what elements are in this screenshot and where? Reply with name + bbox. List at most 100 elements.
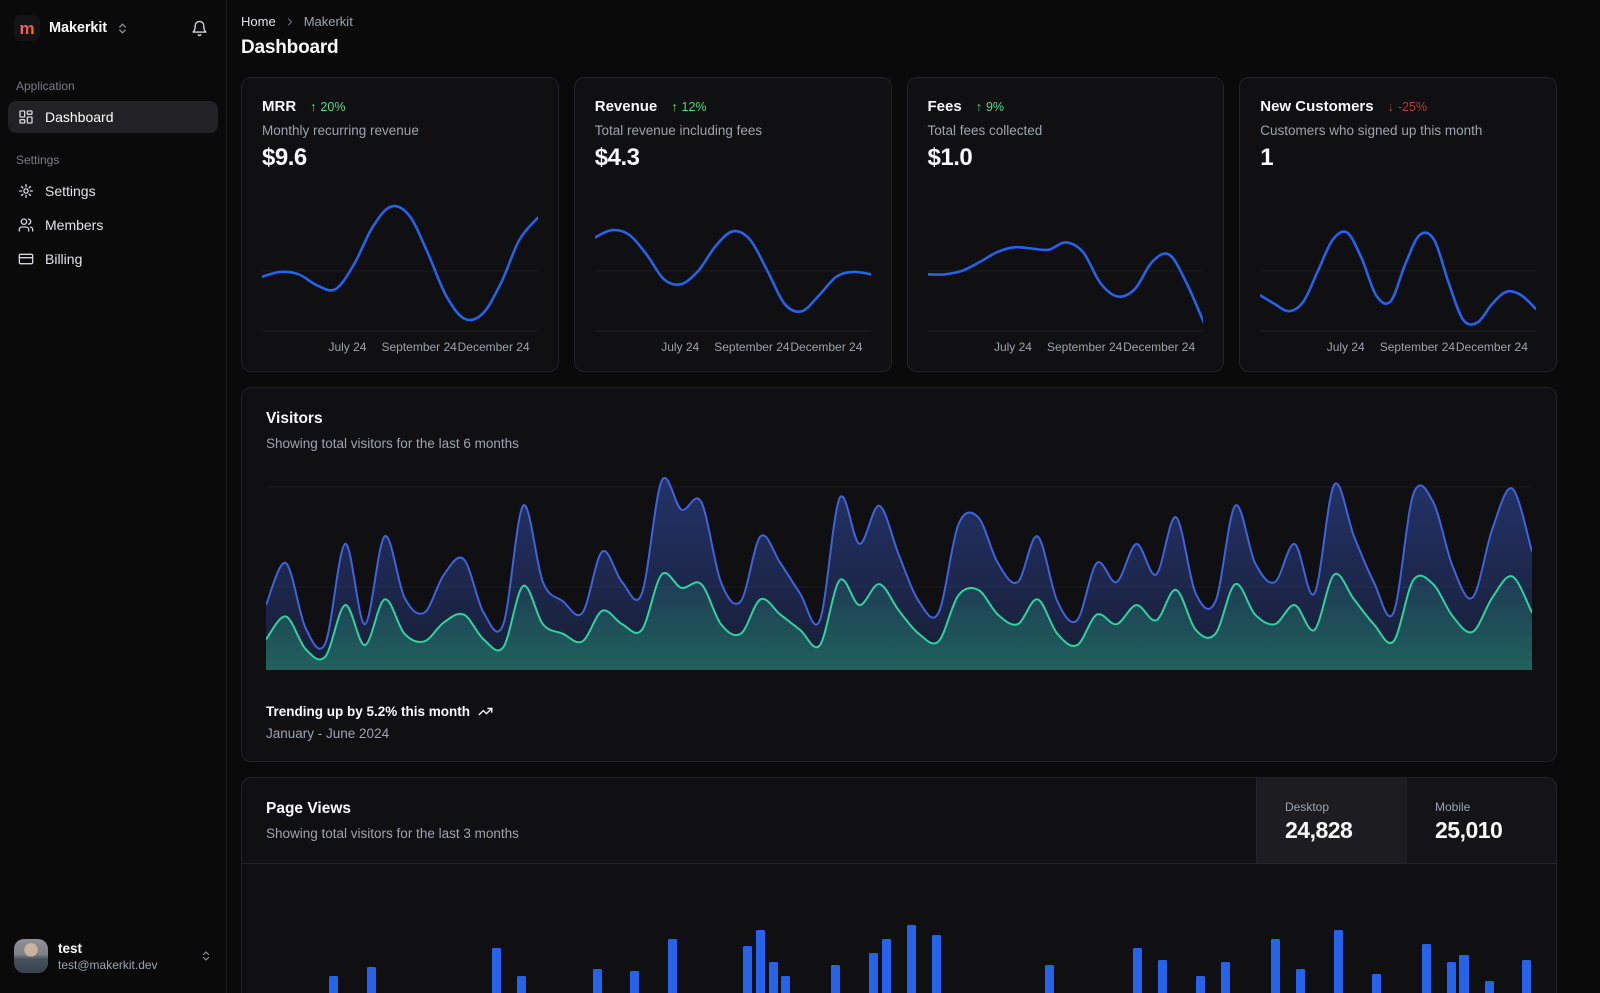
x-tick-label: July 24	[661, 340, 700, 354]
avatar	[14, 939, 48, 973]
sidebar-item-dashboard[interactable]: Dashboard	[8, 101, 218, 133]
x-tick-label: December 24	[1123, 340, 1196, 354]
stat-card-value: $4.3	[594, 144, 640, 171]
mobile-total: 25,010	[1435, 816, 1503, 843]
stat-card-revenue: Revenue ↑ 12% Total revenue including fe…	[573, 77, 892, 372]
notifications-button[interactable]	[187, 16, 212, 41]
sidebar-section: Application Dashboard	[8, 79, 218, 133]
breadcrumb-current: Makerkit	[303, 14, 353, 29]
stat-card-value: 1	[1260, 144, 1274, 171]
sidebar-item-members[interactable]: Members	[8, 209, 218, 241]
chevrons-up-down-icon	[200, 950, 212, 962]
stat-sparkline-chart	[594, 194, 871, 334]
sidebar-item-label: Settings	[45, 183, 96, 199]
sidebar-nav: Application Dashboard Settings Settings …	[8, 79, 218, 275]
bar	[781, 976, 791, 993]
x-tick-label: July 24	[328, 340, 367, 354]
x-tick-label: September 24	[1046, 340, 1123, 354]
bar	[592, 969, 602, 993]
bar	[906, 925, 916, 993]
x-tick-label: December 24	[1455, 340, 1528, 354]
bar	[1459, 955, 1469, 993]
sidebar-item-settings[interactable]: Settings	[8, 175, 218, 207]
bar	[831, 964, 841, 993]
stat-card-title: New Customers	[1260, 98, 1374, 115]
bar	[517, 976, 527, 993]
user-email: test@makerkit.dev	[58, 957, 158, 972]
workspace-selector[interactable]: m Makerkit	[8, 13, 218, 43]
breadcrumb-home-link[interactable]: Home	[241, 14, 276, 29]
workspace-name: Makerkit	[49, 20, 108, 36]
bar	[743, 946, 753, 993]
bar	[630, 971, 640, 993]
page-views-bar-chart	[266, 884, 1532, 993]
x-tick-label: September 24	[1379, 340, 1456, 354]
stat-card-value: $1.0	[927, 144, 973, 171]
sidebar-section-label: Application	[16, 79, 75, 93]
stat-card-subtitle: Customers who signed up this month	[1260, 123, 1483, 138]
trend-percent: -25%	[1397, 99, 1428, 114]
visitors-title: Visitors	[266, 410, 323, 427]
stat-x-axis-labels: July 24 September 24 December 24	[1260, 340, 1536, 357]
stat-x-axis-labels: July 24 September 24 December 24	[928, 340, 1204, 357]
trend-percent: 12%	[681, 99, 707, 114]
chevron-right-icon	[284, 16, 296, 28]
bar	[328, 976, 338, 993]
stat-trend-badge: ↓ -25%	[1388, 100, 1427, 114]
x-tick-label: July 24	[1326, 340, 1365, 354]
mobile-label: Mobile	[1435, 799, 1471, 814]
makerkit-logo-icon: m	[14, 15, 40, 41]
stat-card-title: MRR	[262, 98, 297, 115]
trending-up-icon	[478, 704, 493, 719]
stats-grid: MRR ↑ 20% Monthly recurring revenue $9.6…	[241, 77, 1557, 372]
dashboard-icon	[18, 109, 34, 125]
x-tick-label: September 24	[714, 340, 790, 354]
sidebar-item-label: Dashboard	[45, 109, 114, 125]
bar	[1371, 973, 1381, 993]
bar	[755, 930, 765, 993]
x-tick-label: December 24	[790, 340, 863, 354]
stat-x-axis-labels: July 24 September 24 December 24	[262, 340, 538, 357]
sidebar-item-billing[interactable]: Billing	[8, 243, 218, 275]
trend-arrow-icon: ↓	[1387, 99, 1394, 114]
sidebar-section-label: Settings	[16, 153, 60, 167]
stat-card-subtitle: Total fees collected	[927, 123, 1043, 138]
page-views-subtitle: Showing total visitors for the last 3 mo…	[266, 826, 519, 841]
toggle-desktop[interactable]: Desktop 24,828	[1256, 778, 1406, 863]
stat-card-subtitle: Total revenue including fees	[594, 123, 763, 138]
x-tick-label: December 24	[457, 340, 530, 354]
chevrons-up-down-icon	[116, 22, 129, 35]
stat-trend-badge: ↑ 20%	[310, 100, 345, 114]
breadcrumb: Home Makerkit	[241, 14, 1557, 29]
page-views-card: Page Views Showing total visitors for th…	[241, 777, 1557, 993]
bar	[1157, 959, 1167, 993]
stat-sparkline-chart	[262, 194, 538, 334]
user-name: test	[58, 940, 83, 956]
app-root: m Makerkit Application Dashboard Setting…	[0, 0, 1600, 993]
x-tick-label: September 24	[381, 340, 457, 354]
bar	[1484, 980, 1494, 993]
stat-card-mrr: MRR ↑ 20% Monthly recurring revenue $9.6…	[241, 77, 559, 372]
bar	[1044, 964, 1054, 993]
bar	[1195, 976, 1205, 993]
user-menu[interactable]: test test@makerkit.dev	[8, 935, 218, 977]
visitors-subtitle: Showing total visitors for the last 6 mo…	[266, 436, 519, 451]
stat-sparkline-chart	[1260, 194, 1536, 334]
visitors-area-chart	[266, 475, 1532, 670]
trend-arrow-icon: ↑	[975, 99, 982, 114]
bar	[492, 948, 502, 993]
page-title: Dashboard	[241, 37, 339, 58]
bar	[931, 934, 941, 993]
toggle-mobile[interactable]: Mobile 25,010	[1406, 778, 1556, 863]
stat-card-title: Revenue	[594, 98, 658, 115]
desktop-total: 24,828	[1285, 816, 1353, 843]
bar	[1421, 943, 1431, 993]
bar	[1271, 939, 1281, 993]
svg-text:m: m	[19, 19, 34, 38]
bar	[1446, 962, 1456, 993]
bar	[1220, 962, 1230, 993]
stat-card-new-customers: New Customers ↓ -25% Customers who signe…	[1239, 77, 1557, 372]
bar	[869, 953, 879, 993]
main-content: Home Makerkit Dashboard MRR ↑ 20% Monthl…	[228, 0, 1600, 993]
sidebar-item-label: Members	[45, 217, 104, 233]
